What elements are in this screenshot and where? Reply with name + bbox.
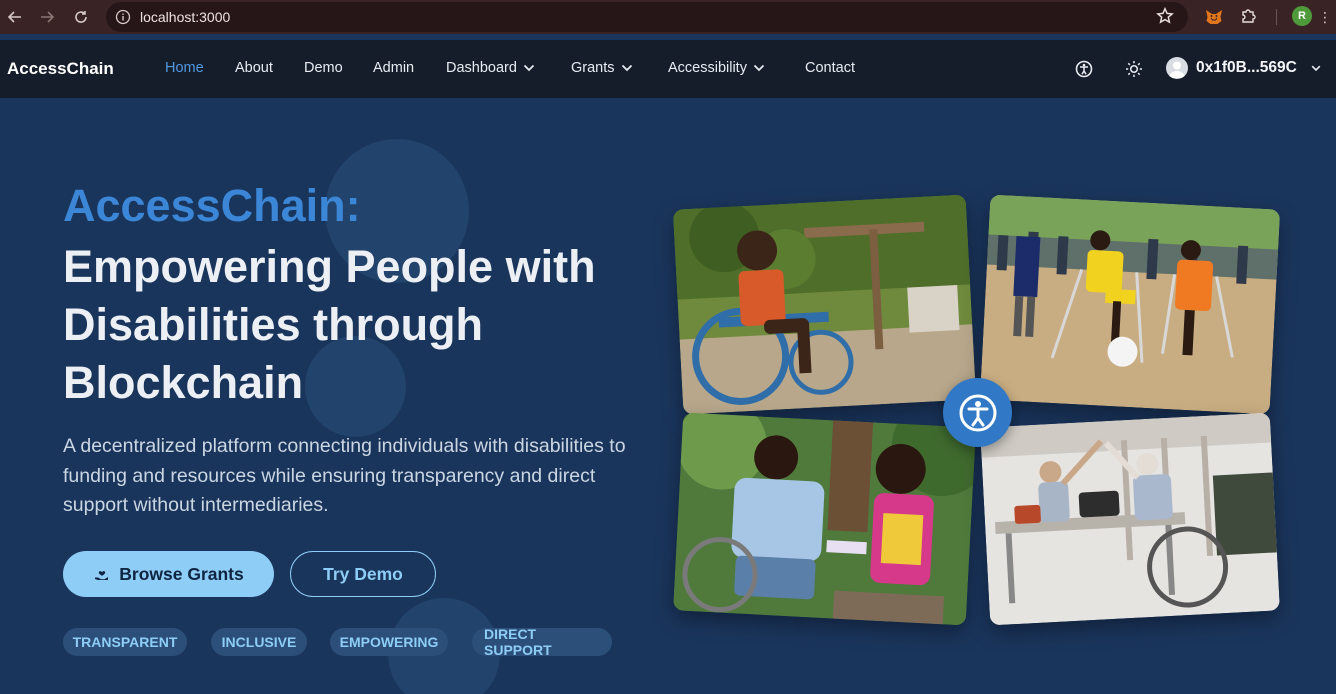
sun-icon (1126, 61, 1142, 77)
hero-title: Empowering People with Disabilities thro… (63, 241, 596, 408)
arrow-left-icon (7, 11, 21, 23)
nav-contact-label: Contact (805, 60, 855, 76)
tag-inclusive: INCLUSIVE (211, 628, 307, 656)
back-button[interactable] (0, 0, 30, 34)
accessibility-toggle-button[interactable] (1075, 60, 1093, 83)
tag-empowering: EMPOWERING (330, 628, 448, 656)
photo-amputee-football (979, 194, 1281, 415)
reload-button[interactable] (64, 0, 98, 34)
nav-accessibility-label: Accessibility (668, 60, 747, 76)
site-info-icon[interactable] (106, 9, 140, 25)
browse-grants-button[interactable]: Browse Grants (63, 551, 274, 597)
nav-home[interactable]: Home (165, 60, 204, 76)
toolbar-divider (1276, 9, 1277, 25)
user-avatar-icon (1166, 57, 1188, 79)
chevron-down-icon (1311, 65, 1321, 71)
url-text[interactable]: localhost:3000 (140, 9, 230, 25)
nav-about-label: About (235, 60, 273, 76)
try-demo-label: Try Demo (323, 563, 403, 584)
hero-section: AccessChain: Empowering People with Disa… (0, 98, 1336, 694)
reload-icon (75, 11, 87, 23)
tag-direct-support: DIRECT SUPPORT (472, 626, 612, 658)
nav-dashboard[interactable]: Dashboard (446, 60, 535, 76)
metamask-extension-icon[interactable] (1204, 7, 1224, 32)
nav-grants[interactable]: Grants (571, 60, 633, 76)
accessibility-icon (959, 394, 996, 431)
nav-grants-label: Grants (571, 60, 615, 76)
nav-admin-label: Admin (373, 60, 415, 76)
wallet-address: 0x1f0B...569C (1196, 59, 1297, 76)
photo-office-highfive (980, 412, 1280, 626)
nav-admin[interactable]: Admin (373, 60, 414, 76)
photo-child-wheelchair (672, 194, 977, 415)
nav-demo-label: Demo (304, 60, 343, 76)
chevron-down-icon (753, 64, 765, 72)
nav-home-label: Home (165, 60, 204, 76)
nav-accessibility[interactable]: Accessibility (668, 60, 765, 76)
browser-chrome: localhost:3000 R ⋮ (0, 0, 1336, 34)
wallet-account-button[interactable]: 0x1f0B...569C (1166, 57, 1321, 79)
hero-title-accent: AccessChain: (63, 180, 361, 231)
chevron-down-icon (621, 64, 632, 72)
site-navbar: AccessChain Home About Demo Admin Dashbo… (0, 40, 1336, 98)
bookmark-star-icon[interactable] (1156, 6, 1174, 30)
profile-avatar[interactable]: R (1292, 6, 1312, 26)
nav-contact[interactable]: Contact (805, 60, 855, 76)
extensions-puzzle-icon[interactable] (1240, 7, 1258, 30)
address-bar[interactable]: localhost:3000 (106, 2, 1188, 32)
try-demo-button[interactable]: Try Demo (290, 551, 436, 597)
forward-button[interactable] (30, 0, 64, 34)
nav-dashboard-label: Dashboard (446, 60, 517, 76)
hand-holding-heart-icon (95, 571, 109, 580)
tag-transparent: TRANSPARENT (63, 628, 187, 656)
accessibility-badge (943, 378, 1012, 447)
kebab-menu-icon[interactable]: ⋮ (1318, 8, 1332, 26)
accessibility-icon (1075, 60, 1093, 78)
nav-about[interactable]: About (235, 60, 273, 76)
photo-wheelchair-friends (673, 412, 976, 626)
hero-description: A decentralized platform connecting indi… (63, 435, 626, 516)
browse-grants-label: Browse Grants (119, 563, 244, 584)
theme-toggle-button[interactable] (1125, 60, 1143, 83)
brand-logo[interactable]: AccessChain (7, 59, 114, 79)
nav-demo[interactable]: Demo (304, 60, 343, 76)
arrow-right-icon (41, 11, 55, 23)
chevron-down-icon (523, 64, 535, 72)
